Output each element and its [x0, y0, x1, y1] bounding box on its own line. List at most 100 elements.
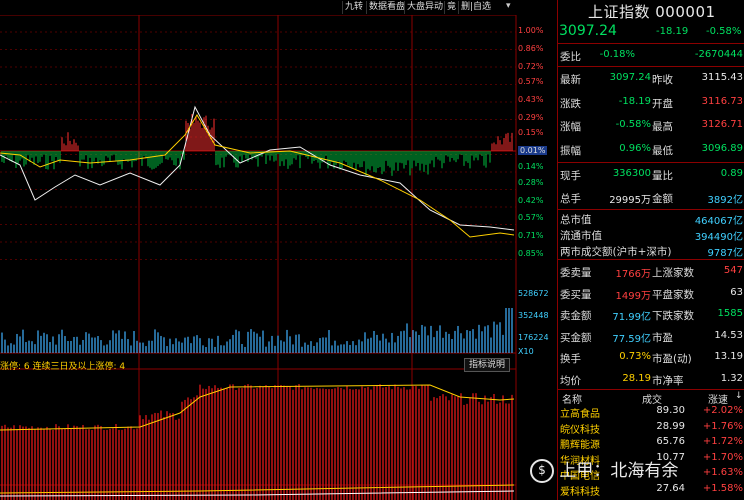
header-volume: 成交 [642, 395, 662, 406]
rows3-label-2: 上涨家数 [652, 267, 694, 279]
axis-label: 0.71% [518, 231, 544, 240]
axis-label: 352448 [518, 311, 549, 320]
rows2-value: 336300 [612, 168, 651, 179]
rows1-value-2: 3126.71 [701, 119, 743, 130]
weibi-row: 委比 -0.18% -2670444 [558, 45, 744, 66]
watermark-text: $ 上甲：北海有余 [530, 456, 678, 483]
rows3-label-2: 平盘家数 [652, 288, 694, 301]
rows2-label-2: 金额 [652, 193, 673, 205]
market-cap-label: 两市成交额(沪市+深市) [560, 246, 672, 258]
stock-name: 爱科科技 [560, 486, 600, 498]
stock-change: +1.58% [702, 482, 743, 494]
rows3-value: 1499万 [615, 290, 651, 302]
sort-down-icon[interactable]: ↓ [735, 391, 743, 401]
header-name: 名称 [562, 395, 582, 406]
stock-change: +1.70% [702, 451, 743, 463]
toolbar-button-delete-watchlist[interactable]: 删|自选 [458, 1, 493, 14]
rows1-label: 最新 [560, 74, 581, 86]
market-cap-value: 9787亿 [707, 248, 743, 259]
rows3-value-2: 63 [730, 286, 743, 298]
intraday-chart [0, 15, 556, 500]
axis-label: 0.43% [518, 95, 544, 104]
market-cap-row: 两市成交额(沪市+深市) 9787亿 [558, 243, 744, 259]
index-change-pct: -0.58% [706, 26, 742, 37]
rows3-row: 委卖量 1766万 上涨家数 547 [558, 261, 744, 282]
rows1-row: 最新 3097.24 昨收 3115.43 [558, 68, 744, 89]
rows3-label-2: 市净率 [652, 374, 684, 387]
rows1-label-2: 开盘 [652, 97, 673, 110]
toolbar-button-jing[interactable]: 竟 [444, 1, 458, 14]
weibi-value: -2670444 [694, 49, 743, 60]
rows2-value: 29995万 [609, 195, 651, 206]
stock-list-item[interactable]: 立高食品 89.30 +2.02% [558, 405, 744, 420]
rows2-row: 总手 29995万 金额 3892亿 [558, 187, 744, 208]
header-change[interactable]: 涨速 [708, 391, 728, 406]
index-price: 3097.24 [559, 23, 617, 39]
rows3-label: 买金额 [560, 331, 592, 344]
rows1-value-2: 3115.43 [701, 72, 743, 83]
rows3-value: 77.59亿 [612, 333, 651, 345]
stock-list-item[interactable]: 鹏辉能源 65.76 +1.72% [558, 436, 744, 451]
rows1-row: 振幅 0.96% 最低 3096.89 [558, 139, 744, 160]
rows3-value: 1766万 [615, 269, 651, 280]
market-cap-value: 394490亿 [694, 232, 743, 243]
rows1-label: 涨跌 [560, 97, 581, 110]
rows1-value: 3097.24 [609, 72, 651, 83]
rows1-value: -0.58% [615, 119, 651, 130]
axis-label: X10 [518, 347, 534, 356]
axis-label: 0.14% [518, 162, 544, 171]
rows3-row: 委买量 1499万 平盘家数 63 [558, 283, 744, 304]
stock-price: 89.30 [656, 405, 685, 416]
toolbar-button-jiuzhuan[interactable]: 九转 [342, 1, 365, 14]
rows3-row: 均价 28.19 市净率 1.32 [558, 369, 744, 390]
down-icon[interactable]: ▾ [506, 1, 511, 11]
rows3-value-2: 1.32 [720, 372, 743, 384]
axis-label: 0.01% [518, 146, 548, 155]
stock-price: 28.99 [656, 420, 685, 432]
axis-label: 0.86% [518, 44, 544, 53]
rows3-value-2: 1585 [717, 308, 743, 319]
rows3-row: 卖金额 71.99亿 下跌家数 1585 [558, 304, 744, 325]
rows1-label-2: 最高 [652, 121, 673, 133]
axis-label: 0.28% [518, 178, 544, 187]
toolbar-button-market-alert[interactable]: 大盘异动 [404, 1, 445, 14]
axis-label: 0.72% [518, 62, 544, 71]
rows3-value: 28.19 [622, 372, 651, 384]
stock-name: 鹏辉能源 [560, 440, 600, 451]
rows1-row: 涨跌 -18.19 开盘 3116.73 [558, 92, 744, 113]
stock-change: +1.72% [702, 436, 743, 447]
rows3-value: 71.99亿 [612, 312, 651, 323]
rows3-label: 换手 [560, 353, 581, 365]
axis-label: 0.57% [518, 77, 544, 86]
chart-toolbar: 九转 数据看盘 大盘异动 竟 删|自选 ◉ ↺ ⚙ ○ ✕ ⚙ ▾ [0, 0, 556, 26]
indicator-help-button[interactable]: 指标说明 [464, 358, 511, 372]
axis-label: 0.15% [518, 128, 544, 137]
rows1-value-2: 3116.73 [701, 95, 743, 107]
index-title: 上证指数 000001 [588, 3, 716, 21]
stock-list-item[interactable]: 皖仪科技 28.99 +1.76% [558, 420, 744, 436]
rows3-label: 均价 [560, 374, 581, 387]
quote-panel: 上证指数 000001 3097.24 -18.19 -0.58% 委比 -0.… [557, 0, 744, 500]
axis-label: 528672 [518, 289, 549, 298]
rows3-label: 委买量 [560, 288, 592, 301]
axis-label: 1.00% [518, 26, 544, 35]
rows3-label-2: 市盈(动) [652, 353, 692, 365]
axis-label: 0.57% [518, 213, 544, 222]
rows3-label: 委卖量 [560, 267, 592, 279]
stock-price: 27.64 [656, 482, 685, 494]
weibi-label: 委比 [560, 51, 581, 63]
axis-label: 176224 [518, 333, 549, 342]
axis-label: 0.29% [518, 113, 544, 122]
index-change: -18.19 [656, 26, 689, 37]
market-cap-label: 总市值 [560, 214, 592, 226]
rows2-label-2: 量比 [652, 170, 673, 182]
weibi-pct: -0.18% [599, 49, 635, 60]
toolbar-button-data-board[interactable]: 数据看盘 [366, 1, 407, 14]
rows1-label: 振幅 [560, 144, 581, 157]
rows1-label: 涨幅 [560, 121, 581, 133]
rows3-value-2: 547 [723, 265, 743, 276]
stock-list-item[interactable]: 爱科科技 27.64 +1.58% [558, 482, 744, 498]
rows1-value-2: 3096.89 [701, 142, 743, 154]
rows3-value-2: 14.53 [714, 329, 743, 341]
rows3-label-2: 下跌家数 [652, 310, 694, 322]
